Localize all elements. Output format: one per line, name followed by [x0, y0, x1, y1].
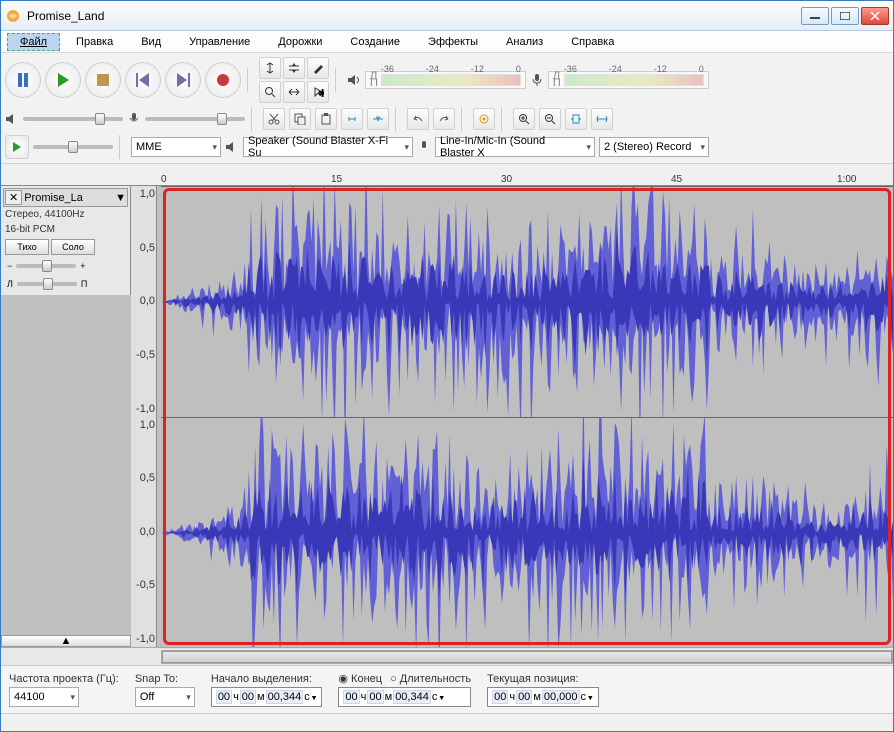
solo-button[interactable]: Соло [51, 239, 95, 255]
toolbars: ✱ ЛП -36-24-120 ЛП [1, 53, 893, 164]
output-device-combo[interactable]: Speaker (Sound Blaster X-Fi Su [243, 137, 413, 157]
status-bar [1, 713, 893, 731]
zoom-in-button[interactable] [513, 108, 535, 130]
input-volume-slider[interactable] [145, 117, 245, 121]
undo-button[interactable] [407, 108, 429, 130]
minimize-button[interactable] [801, 7, 829, 25]
timeshift-tool[interactable] [283, 81, 305, 103]
record-meter[interactable]: ЛП -36-24-120 [548, 71, 709, 89]
paste-button[interactable] [315, 108, 337, 130]
play-speed-slider[interactable] [33, 145, 113, 149]
audio-position-time[interactable]: 00ч 00м 00,000с▾ [487, 687, 599, 707]
close-button[interactable] [861, 7, 889, 25]
sync-lock-button[interactable] [473, 108, 495, 130]
cut-button[interactable] [263, 108, 285, 130]
menu-help[interactable]: Справка [559, 34, 626, 50]
track-menu-button[interactable]: ▼ [115, 192, 126, 204]
audio-host-combo[interactable]: MME [131, 137, 221, 157]
track-area: ✕ Promise_La ▼ Стерео, 44100Hz 16-bit PC… [1, 186, 893, 647]
record-channels-combo[interactable]: 2 (Stereo) Record [599, 137, 709, 157]
draw-tool[interactable] [307, 57, 329, 79]
length-radio[interactable]: ○ Длительность [390, 673, 471, 685]
track-pan-slider[interactable] [17, 282, 77, 286]
mic-icon [530, 73, 544, 87]
playback-meter[interactable]: ЛП -36-24-120 [365, 71, 526, 89]
redo-button[interactable] [433, 108, 455, 130]
input-volume-icon [127, 112, 141, 126]
waveform-area[interactable] [161, 186, 893, 647]
app-icon [5, 8, 21, 24]
output-device-icon [225, 140, 239, 154]
trim-button[interactable] [341, 108, 363, 130]
skip-start-button[interactable] [125, 62, 161, 98]
mute-button[interactable]: Тихо [5, 239, 49, 255]
track-collapse-button[interactable]: ▲ [1, 635, 131, 647]
end-radio[interactable]: ◉ Конец [338, 672, 382, 685]
fit-selection-button[interactable] [565, 108, 587, 130]
play-at-speed-button[interactable] [5, 135, 29, 159]
skip-end-button[interactable] [165, 62, 201, 98]
menu-file[interactable]: Файл [7, 33, 60, 51]
record-button[interactable] [205, 62, 241, 98]
project-rate-label: Частота проекта (Гц): [9, 673, 119, 685]
menu-create[interactable]: Создание [338, 34, 412, 50]
stop-button[interactable] [85, 62, 121, 98]
maximize-button[interactable] [831, 7, 859, 25]
multi-tool[interactable]: ✱ [307, 81, 329, 103]
selection-end-time[interactable]: 00ч 00м 00,344с▾ [338, 687, 471, 707]
track-name[interactable]: Promise_La [22, 192, 115, 204]
track-format: Стерео, 44100Hz [3, 207, 128, 222]
copy-button[interactable] [289, 108, 311, 130]
output-volume-icon [5, 112, 19, 126]
vertical-scale-left: 1,00,50,0-0,5-1,0 [131, 186, 157, 417]
titlebar: Promise_Land [1, 1, 893, 31]
silence-button[interactable] [367, 108, 389, 130]
zoom-out-button[interactable] [539, 108, 561, 130]
menu-effects[interactable]: Эффекты [416, 34, 490, 50]
snap-to-combo[interactable]: Off [135, 687, 195, 707]
menubar: Файл Правка Вид Управление Дорожки Созда… [1, 31, 893, 53]
track-close-button[interactable]: ✕ [5, 190, 22, 205]
input-device-icon [417, 140, 431, 154]
vertical-scale-right: 1,00,50,0-0,5-1,0 [131, 417, 157, 648]
selection-start-time[interactable]: 00ч 00м 00,344с▾ [211, 687, 323, 707]
play-button[interactable] [45, 62, 81, 98]
svg-text:✱: ✱ [318, 88, 324, 98]
selection-bar: Частота проекта (Гц): 44100 Snap To: Off… [1, 665, 893, 713]
envelope-tool[interactable] [283, 57, 305, 79]
zoom-tool[interactable] [259, 81, 281, 103]
menu-tracks[interactable]: Дорожки [266, 34, 334, 50]
input-device-combo[interactable]: Line-In/Mic-In (Sound Blaster X [435, 137, 595, 157]
menu-analyze[interactable]: Анализ [494, 34, 555, 50]
app-window: Promise_Land Файл Правка Вид Управление … [0, 0, 894, 732]
horizontal-scrollbar[interactable] [1, 647, 893, 665]
snap-to-label: Snap To: [135, 673, 195, 685]
menu-edit[interactable]: Правка [64, 34, 125, 50]
selection-start-label: Начало выделения: [211, 673, 323, 685]
timeline-ruler[interactable]: 0 15 30 45 1:00 [1, 164, 893, 186]
track-gain-slider[interactable] [16, 264, 76, 268]
selection-highlight [163, 188, 891, 645]
project-rate-combo[interactable]: 44100 [9, 687, 79, 707]
track-control-panel: ✕ Promise_La ▼ Стерео, 44100Hz 16-bit PC… [1, 186, 131, 295]
window-title: Promise_Land [27, 9, 799, 23]
menu-control[interactable]: Управление [177, 34, 262, 50]
menu-view[interactable]: Вид [129, 34, 173, 50]
fit-project-button[interactable] [591, 108, 613, 130]
audio-position-label: Текущая позиция: [487, 673, 599, 685]
pause-button[interactable] [5, 62, 41, 98]
output-volume-slider[interactable] [23, 117, 123, 121]
track-bitdepth: 16-bit PCM [3, 222, 128, 237]
speaker-icon [347, 73, 361, 87]
selection-tool[interactable] [259, 57, 281, 79]
